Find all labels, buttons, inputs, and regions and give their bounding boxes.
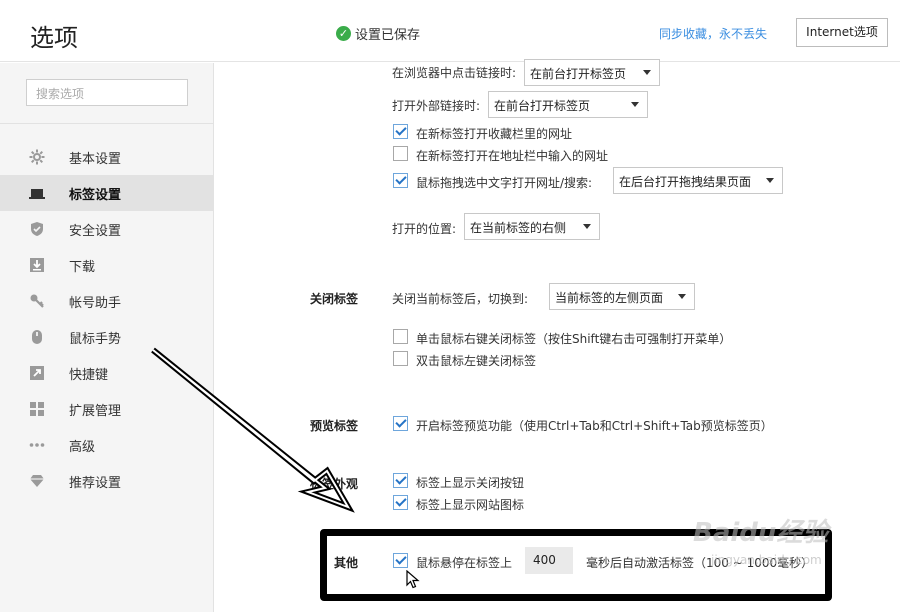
baidu-watermark: Baidu经验 xyxy=(693,518,829,548)
baidu-watermark-url: jingyan.baidu.com xyxy=(711,553,822,567)
cursor-icon xyxy=(406,570,420,589)
